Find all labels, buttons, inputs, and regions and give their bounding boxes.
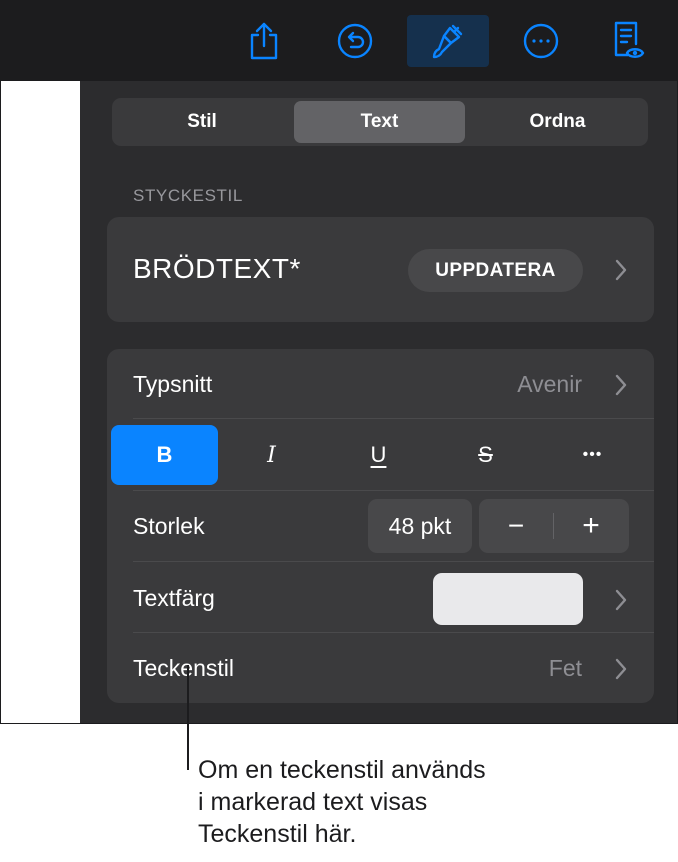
format-tabs: Stil Text Ordna bbox=[112, 98, 648, 146]
font-row[interactable]: Typsnitt Avenir bbox=[107, 349, 654, 419]
underline-button[interactable]: U bbox=[325, 425, 432, 485]
decrease-size-button[interactable]: − bbox=[479, 499, 553, 553]
more-formatting-button[interactable]: ••• bbox=[539, 425, 646, 485]
share-icon bbox=[250, 22, 278, 60]
callout-text: Om en teckenstil används i markerad text… bbox=[198, 756, 486, 848]
paragraph-style-section-title: STYCKESTIL bbox=[133, 186, 243, 205]
size-label: Storlek bbox=[133, 513, 205, 539]
callout-line bbox=[187, 665, 189, 770]
font-size-stepper: − + bbox=[479, 499, 629, 553]
text-settings-card: Typsnitt Avenir B I U S ••• Storlek 48 p… bbox=[107, 349, 654, 703]
character-style-label: Teckenstil bbox=[133, 655, 234, 681]
more-icon bbox=[523, 23, 559, 59]
chevron-right-icon bbox=[615, 658, 627, 680]
character-style-row[interactable]: Teckenstil Fet bbox=[107, 633, 654, 703]
format-button[interactable] bbox=[407, 15, 489, 67]
undo-button[interactable] bbox=[329, 15, 381, 67]
character-style-value: Fet bbox=[548, 655, 582, 681]
tab-text[interactable]: Text bbox=[294, 101, 465, 143]
more-button[interactable] bbox=[515, 15, 567, 67]
undo-icon bbox=[337, 23, 373, 59]
reading-view-icon bbox=[614, 21, 645, 58]
paragraph-style-name: BRÖDTEXT* bbox=[133, 253, 301, 284]
divider bbox=[133, 418, 654, 419]
update-style-button[interactable]: UPPDATERA bbox=[408, 249, 583, 292]
tab-stil[interactable]: Stil bbox=[115, 101, 289, 143]
increase-size-button[interactable]: + bbox=[554, 499, 628, 553]
chevron-right-icon bbox=[615, 374, 627, 396]
format-panel: Stil Text Ordna STYCKESTIL BRÖDTEXT* UPP… bbox=[80, 81, 677, 723]
font-value: Avenir bbox=[517, 371, 582, 397]
divider bbox=[133, 490, 654, 491]
app-window: Stil Text Ordna STYCKESTIL BRÖDTEXT* UPP… bbox=[0, 0, 678, 724]
font-label: Typsnitt bbox=[133, 371, 213, 397]
toolbar bbox=[1, 1, 677, 81]
paintbrush-icon bbox=[432, 24, 463, 59]
share-button[interactable] bbox=[239, 15, 289, 67]
minus-icon: − bbox=[507, 510, 525, 541]
plus-icon: + bbox=[582, 509, 600, 542]
tab-ordna[interactable]: Ordna bbox=[470, 101, 645, 143]
italic-button[interactable]: I bbox=[218, 425, 325, 485]
reading-view-button[interactable] bbox=[603, 15, 653, 67]
bold-button[interactable]: B bbox=[111, 425, 218, 485]
chevron-right-icon bbox=[615, 589, 627, 611]
paragraph-style-row[interactable]: BRÖDTEXT* UPPDATERA bbox=[107, 217, 654, 322]
text-color-swatch[interactable] bbox=[433, 573, 583, 625]
strikethrough-button[interactable]: S bbox=[432, 425, 539, 485]
document-canvas[interactable] bbox=[2, 81, 80, 723]
font-size-field[interactable]: 48 pkt bbox=[368, 499, 472, 553]
text-color-label: Textfärg bbox=[133, 585, 215, 611]
chevron-right-icon bbox=[615, 259, 627, 281]
